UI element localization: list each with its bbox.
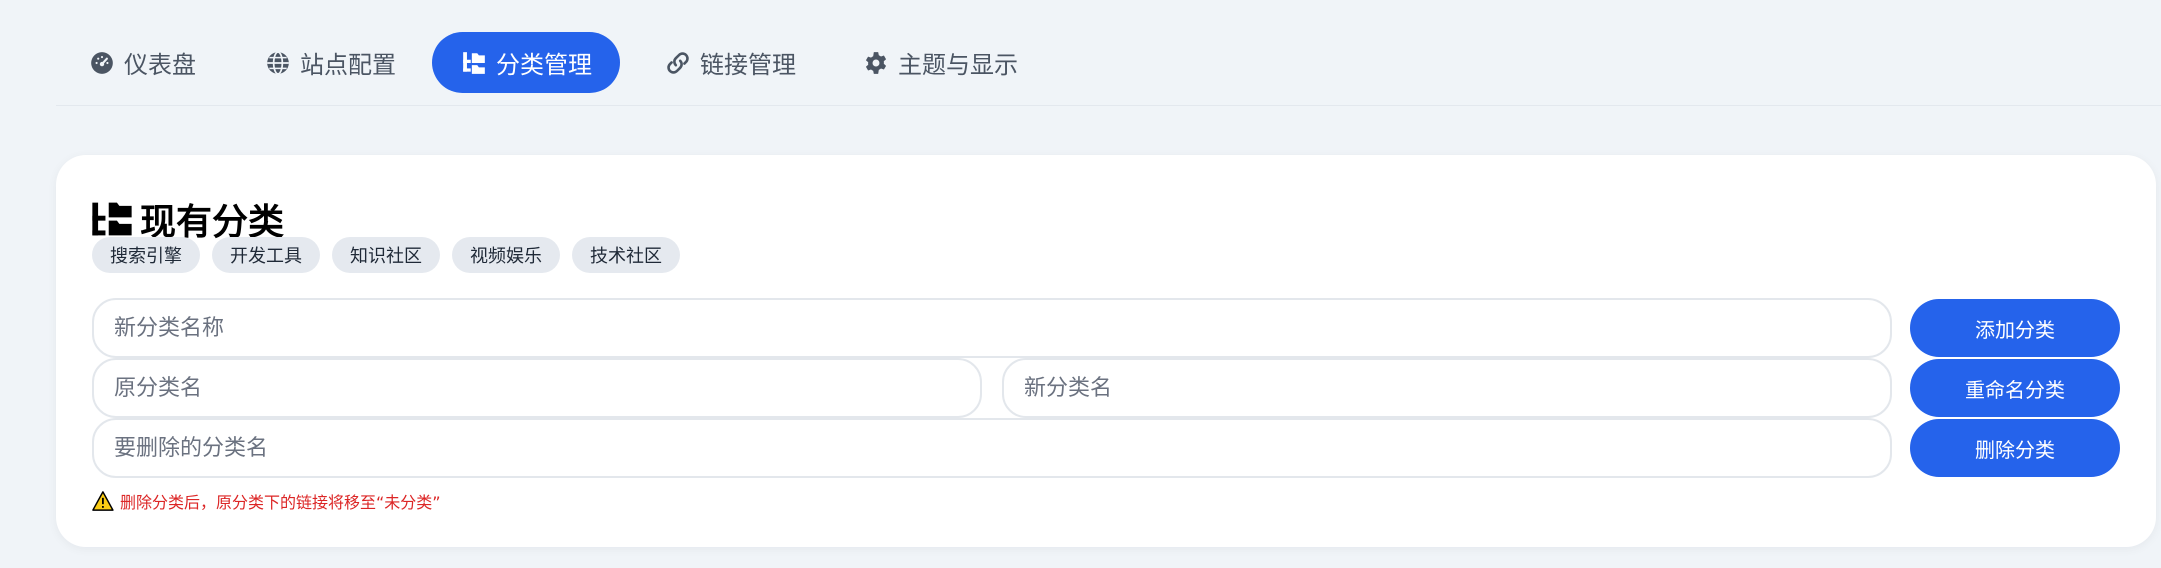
tab-site-config[interactable]: 站点配置: [236, 32, 424, 93]
tab-label: 仪表盘: [124, 51, 196, 79]
category-chip: 搜索引擎: [92, 237, 200, 273]
gauge-icon: [88, 49, 116, 77]
old-category-name-input[interactable]: [92, 358, 982, 418]
tab-theme-display[interactable]: 主题与显示: [834, 32, 1046, 93]
link-icon: [664, 49, 692, 77]
tab-label: 主题与显示: [898, 51, 1018, 79]
warning-icon: [92, 491, 114, 511]
category-chip: 知识社区: [332, 237, 440, 273]
category-chip: 技术社区: [572, 237, 680, 273]
globe-icon: [264, 49, 292, 77]
delete-warning: 删除分类后，原分类下的链接将移至“未分类”: [92, 489, 441, 513]
folder-tree-icon: [460, 49, 488, 77]
category-list: 搜索引擎 开发工具 知识社区 视频娱乐 技术社区: [92, 237, 680, 273]
gear-icon: [862, 49, 890, 77]
category-chip: 视频娱乐: [452, 237, 560, 273]
rename-category-button[interactable]: 重命名分类: [1910, 359, 2120, 417]
category-card: 现有分类 搜索引擎 开发工具 知识社区 视频娱乐 技术社区 添加分类 重命名分类…: [56, 155, 2156, 547]
new-category-input[interactable]: [92, 298, 1892, 358]
folder-tree-icon: [90, 199, 134, 239]
new-category-name-input[interactable]: [1002, 358, 1892, 418]
warning-text: 删除分类后，原分类下的链接将移至“未分类”: [120, 493, 441, 512]
delete-category-button[interactable]: 删除分类: [1910, 419, 2120, 477]
tab-link-management[interactable]: 链接管理: [636, 32, 824, 93]
top-nav: 仪表盘 站点配置 分类管理 链接管理 主题与显示: [56, 0, 2161, 106]
tab-dashboard[interactable]: 仪表盘: [60, 32, 224, 93]
delete-category-input[interactable]: [92, 418, 1892, 478]
tab-label: 分类管理: [496, 51, 592, 79]
tab-label: 站点配置: [300, 51, 396, 79]
tab-category-management[interactable]: 分类管理: [432, 32, 620, 93]
tab-label: 链接管理: [700, 51, 796, 79]
category-chip: 开发工具: [212, 237, 320, 273]
add-category-button[interactable]: 添加分类: [1910, 299, 2120, 357]
